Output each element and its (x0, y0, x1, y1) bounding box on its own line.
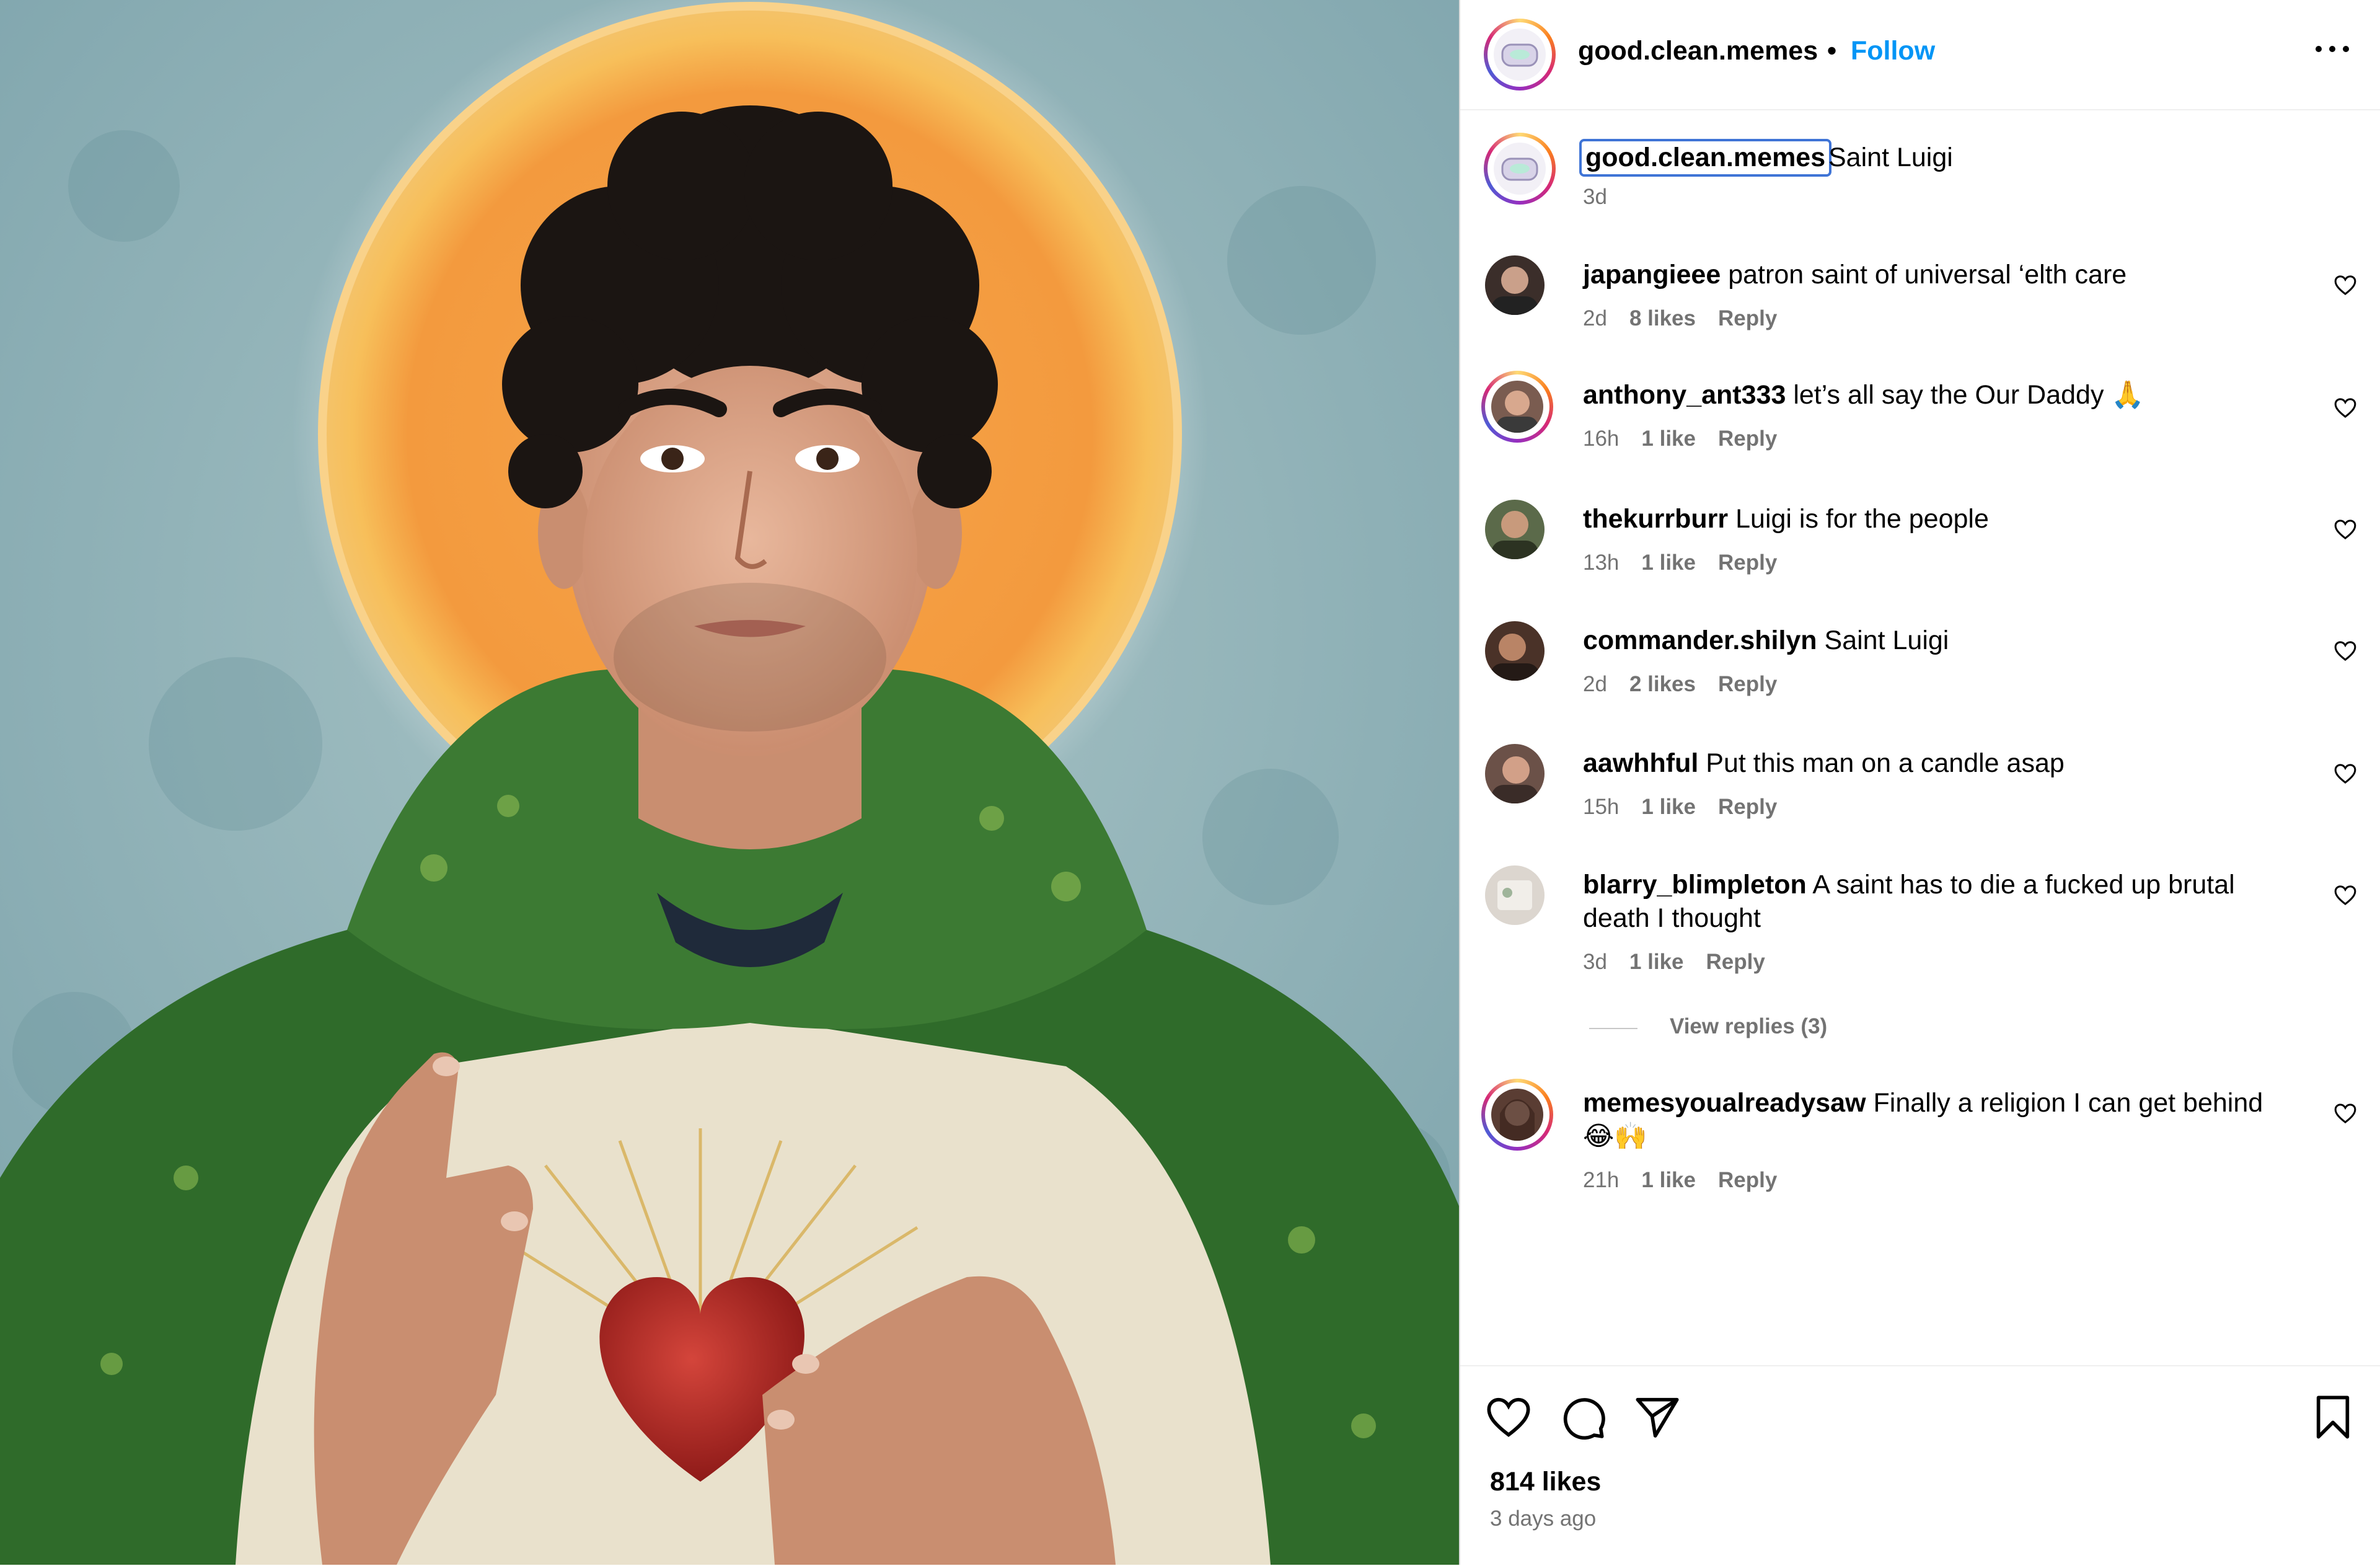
comment-time[interactable]: 2d (1583, 306, 1607, 330)
heart-icon[interactable] (2333, 1101, 2358, 1126)
avatar (1491, 381, 1543, 433)
heart-icon[interactable] (1484, 1392, 1533, 1442)
soap-logo-icon (1501, 157, 1538, 181)
reply-button[interactable]: Reply (1718, 427, 1777, 451)
comment-meta: 2d 2 likes Reply (1583, 672, 1799, 697)
post-details-panel: good.clean.memes • Follow good.clean.mem… (1460, 0, 2380, 1565)
post-caption: good.clean.memes Saint Luigi 3d (1460, 109, 2380, 233)
comment-likes[interactable]: 8 likes (1629, 306, 1696, 330)
separator-dot: • (1827, 36, 1837, 66)
header-username[interactable]: good.clean.memes (1578, 36, 1818, 66)
comment-username[interactable]: thekurrburr (1583, 504, 1728, 534)
comment-time[interactable]: 21h (1583, 1168, 1619, 1192)
follow-button[interactable]: Follow (1851, 36, 1935, 66)
comment-likes[interactable]: 1 like (1641, 795, 1696, 819)
comment-username[interactable]: japangieee (1583, 260, 1721, 290)
heart-icon[interactable] (2333, 883, 2358, 908)
instagram-post-view: good.clean.memes • Follow good.clean.mem… (0, 0, 2380, 1565)
post-timestamp[interactable]: 3 days ago (1490, 1506, 1596, 1531)
comment-time[interactable]: 16h (1583, 427, 1619, 451)
comment-username[interactable]: memesyoualreadysaw (1583, 1088, 1866, 1118)
comment-meta: 15h 1 like Reply (1583, 795, 1799, 820)
story-ring[interactable] (1481, 371, 1553, 443)
comment-text: Put this man on a candle asap (1706, 748, 2065, 778)
post-header: good.clean.memes • Follow (1460, 0, 2380, 110)
comment-username[interactable]: commander.shilyn (1583, 626, 1817, 655)
comment-likes[interactable]: 1 like (1641, 427, 1696, 451)
reply-button[interactable]: Reply (1706, 950, 1765, 974)
comment-meta: 13h 1 like Reply (1583, 551, 1799, 575)
paper-plane-icon[interactable] (1633, 1392, 1682, 1442)
avatar[interactable] (1485, 865, 1545, 925)
avatar (1491, 1089, 1543, 1141)
caption-avatar (1494, 143, 1546, 195)
comment-meta: 2d 8 likes Reply (1583, 306, 1799, 331)
saint-portrait-illustration (0, 0, 1460, 1565)
comment-time[interactable]: 2d (1583, 672, 1607, 696)
avatar[interactable] (1485, 255, 1545, 315)
comment-username[interactable]: aawhhful (1583, 748, 1698, 778)
heart-icon[interactable] (2333, 639, 2358, 663)
comment-meta: 16h 1 like Reply (1583, 427, 1799, 451)
comment-likes[interactable]: 1 like (1641, 1168, 1696, 1192)
post-image[interactable] (0, 0, 1460, 1565)
story-ring[interactable] (1481, 1079, 1553, 1151)
comment-text: Luigi is for the people (1735, 504, 1989, 534)
heart-icon[interactable] (2333, 396, 2358, 420)
comment-meta: 21h 1 like Reply (1583, 1168, 1799, 1193)
comment-time[interactable]: 3d (1583, 950, 1607, 974)
comment-likes[interactable]: 2 likes (1629, 672, 1696, 696)
comment-time[interactable]: 13h (1583, 551, 1619, 575)
comment-meta: 3d 1 like Reply (1583, 950, 1787, 975)
reply-button[interactable]: Reply (1718, 551, 1777, 575)
reply-button[interactable]: Reply (1718, 795, 1777, 819)
story-ring[interactable] (1484, 19, 1556, 91)
heart-icon[interactable] (2333, 517, 2358, 542)
comment-likes[interactable]: 1 like (1629, 950, 1684, 974)
heart-icon[interactable] (2333, 761, 2358, 786)
more-options-icon[interactable] (2316, 43, 2350, 53)
comment-time[interactable]: 15h (1583, 795, 1619, 819)
avatar[interactable] (1485, 744, 1545, 803)
avatar[interactable] (1485, 621, 1545, 681)
comment-icon[interactable] (1558, 1392, 1608, 1442)
caption-username[interactable]: good.clean.memes (1579, 139, 1832, 177)
avatar (1494, 29, 1546, 81)
comment-text: let’s all say the Our Daddy 🙏 (1793, 380, 2144, 410)
comment-text: patron saint of universal ‘elth care (1728, 260, 2127, 290)
reply-button[interactable]: Reply (1718, 672, 1777, 696)
caption-text: Saint Luigi (1828, 143, 1953, 172)
soap-logo-icon (1501, 43, 1538, 67)
reply-button[interactable]: Reply (1718, 1168, 1777, 1192)
avatar[interactable] (1485, 500, 1545, 559)
comment-username[interactable]: blarry_blimpleton (1583, 870, 1807, 900)
caption-timestamp[interactable]: 3d (1583, 185, 1607, 210)
likes-count[interactable]: 814 likes (1490, 1467, 1601, 1497)
comment-likes[interactable]: 1 like (1641, 551, 1696, 575)
post-actions-bar: 814 likes 3 days ago (1460, 1365, 2380, 1566)
caption-story-ring[interactable] (1484, 133, 1556, 205)
view-replies-label[interactable]: View replies (3) (1670, 1014, 1827, 1039)
comment-username[interactable]: anthony_ant333 (1583, 380, 1786, 410)
comment-text: Saint Luigi (1824, 626, 1949, 655)
reply-button[interactable]: Reply (1718, 306, 1777, 330)
heart-icon[interactable] (2333, 273, 2358, 298)
replies-divider-line (1589, 1028, 1637, 1029)
bookmark-icon[interactable] (2308, 1392, 2358, 1442)
